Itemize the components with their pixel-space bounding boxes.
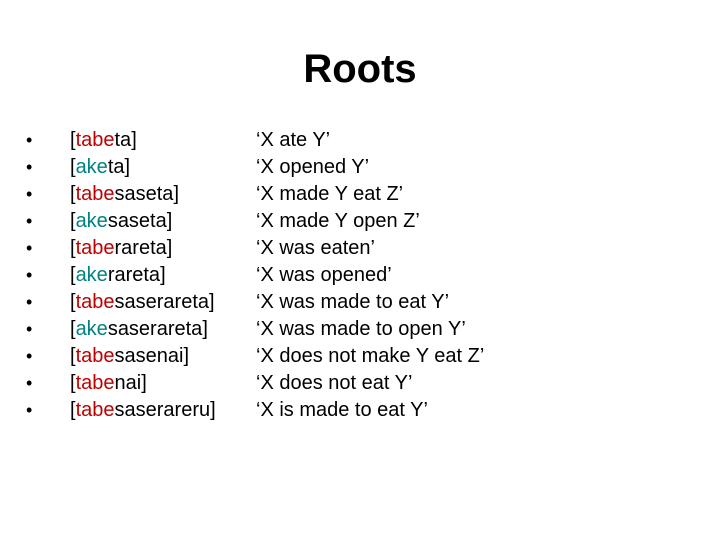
bullet-icon: •	[26, 373, 33, 393]
close-bracket: ]	[183, 345, 189, 367]
close-bracket: ]	[209, 291, 215, 313]
suffix-morpheme: saserareru	[114, 399, 211, 421]
bullet-icon: •	[26, 292, 33, 312]
bullet-icon: •	[26, 400, 33, 420]
root-morpheme: tabe	[75, 399, 115, 421]
suffix-morpheme: rareta	[107, 264, 161, 286]
close-bracket: ]	[166, 210, 173, 232]
word-form: [aketa]	[70, 154, 130, 181]
gloss: ‘X was eaten’	[256, 237, 375, 259]
suffix-morpheme: saseta	[114, 183, 174, 205]
gloss: ‘X was made to eat Y’	[256, 291, 450, 313]
root-morpheme: ake	[75, 156, 108, 178]
suffix-morpheme: ta	[107, 156, 125, 178]
suffix-morpheme: nai	[114, 372, 142, 394]
gloss: ‘X was made to open Y’	[256, 318, 466, 340]
suffix-morpheme: saserareta	[114, 291, 210, 313]
suffix-morpheme: saserareta	[107, 318, 203, 340]
word-form: [tabenai]	[70, 370, 147, 397]
suffix-morpheme: sasenai	[114, 345, 184, 367]
word-form: [akerareta]	[70, 262, 166, 289]
root-morpheme: tabe	[75, 291, 115, 313]
gloss: ‘X ate Y’	[256, 129, 331, 151]
gloss: ‘X made Y open Z’	[256, 210, 420, 232]
close-bracket: ]	[131, 129, 137, 151]
gloss: ‘X opened Y’	[256, 156, 370, 178]
close-bracket: ]	[160, 264, 166, 286]
root-morpheme: tabe	[75, 129, 115, 151]
close-bracket: ]	[202, 318, 208, 340]
word-form: [akesaseta]	[70, 208, 172, 235]
gloss: ‘X is made to eat Y’	[256, 399, 428, 421]
close-bracket: ]	[166, 237, 173, 259]
bullet-icon: •	[26, 319, 33, 339]
close-bracket: ]	[141, 372, 147, 394]
bullet-icon: •	[26, 184, 33, 204]
word-form: [tabeta]	[70, 127, 137, 154]
bullet-icon: •	[26, 157, 33, 177]
root-morpheme: ake	[75, 210, 108, 232]
word-form: [tabesaserareta]	[70, 289, 215, 316]
slide-title: Roots	[303, 47, 417, 91]
close-bracket: ]	[173, 183, 179, 205]
root-morpheme: tabe	[75, 345, 115, 367]
word-form: [tabesasenai]	[70, 343, 189, 370]
gloss: ‘X does not eat Y’	[256, 372, 413, 394]
root-morpheme: ake	[75, 318, 108, 340]
root-morpheme: tabe	[75, 237, 115, 259]
root-morpheme: tabe	[75, 372, 115, 394]
bullet-icon: •	[26, 130, 33, 150]
root-morpheme: tabe	[75, 183, 115, 205]
word-form: [tabesaserareru]	[70, 397, 216, 424]
gloss: ‘X does not make Y eat Z’	[256, 345, 485, 367]
close-bracket: ]	[210, 399, 216, 421]
gloss: ‘X made Y eat Z’	[256, 183, 404, 205]
suffix-morpheme: rareta	[114, 237, 167, 259]
root-morpheme: ake	[75, 264, 108, 286]
bullet-icon: •	[26, 265, 33, 285]
suffix-morpheme: ta	[114, 129, 132, 151]
bullet-icon: •	[26, 211, 33, 231]
word-form: [taberareta]	[70, 235, 172, 262]
bullet-icon: •	[26, 238, 33, 258]
gloss: ‘X was opened’	[256, 264, 392, 286]
word-form: [akesaserareta]	[70, 316, 208, 343]
word-form: [tabesaseta]	[70, 181, 179, 208]
suffix-morpheme: saseta	[107, 210, 167, 232]
close-bracket: ]	[124, 156, 131, 178]
bullet-icon: •	[26, 346, 33, 366]
